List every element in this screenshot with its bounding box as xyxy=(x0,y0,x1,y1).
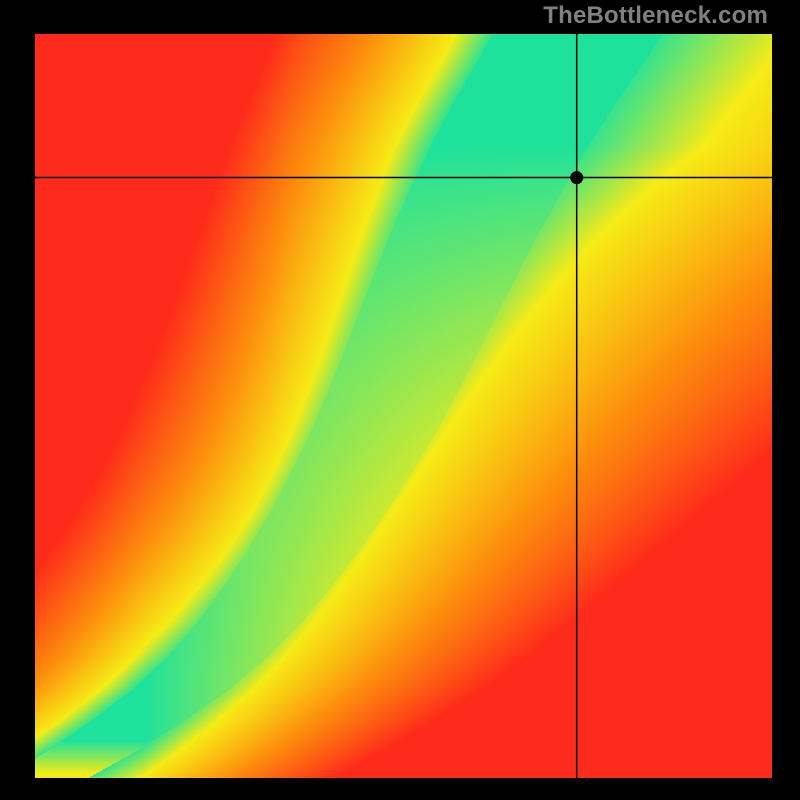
chart-frame: TheBottleneck.com xyxy=(0,0,800,800)
watermark-text: TheBottleneck.com xyxy=(543,2,768,30)
plot-area xyxy=(35,34,772,778)
overlay-canvas xyxy=(35,34,772,778)
